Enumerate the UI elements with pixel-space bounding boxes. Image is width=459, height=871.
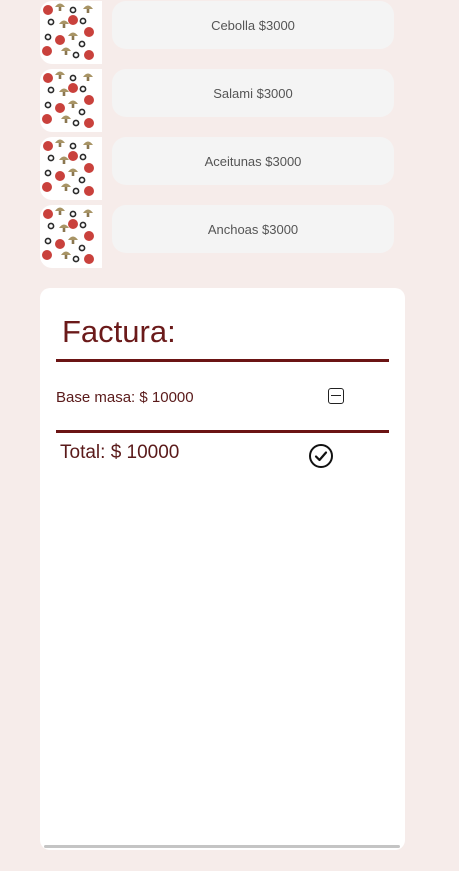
olive-ring [79,221,87,229]
ingredient-button-salami[interactable]: Salami $3000 [112,69,394,117]
remove-item-button[interactable] [328,388,344,404]
olive-ring [72,119,80,127]
salami-slice [84,27,94,37]
mushroom-slice [83,141,93,149]
salami-slice [42,250,52,260]
mushroom-slice [59,88,69,96]
salami-slice [55,35,65,45]
olive-ring [44,237,52,245]
app-page: Cebolla $3000 Salami $3000 Aceitunas $30… [0,0,459,871]
salami-slice [55,171,65,181]
olive-ring [47,154,55,162]
olive-ring [47,18,55,26]
salami-slice [84,50,94,60]
invoice-title: Factura: [62,314,176,349]
ingredient-row-salami: Salami $3000 [40,69,394,132]
ingredient-button-anchoas[interactable]: Anchoas $3000 [112,205,394,253]
mushroom-slice [59,224,69,232]
olive-ring [44,169,52,177]
salami-slice [84,254,94,264]
toppings-thumbnail [40,205,102,268]
olive-ring [47,86,55,94]
salami-slice [42,182,52,192]
ingredient-row-anchoas: Anchoas $3000 [40,205,394,268]
mushroom-slice [61,251,71,259]
olive-ring [44,33,52,41]
invoice-item-label: Base masa: $ 10000 [56,389,194,406]
olive-ring [79,17,87,25]
mushroom-slice [55,71,65,79]
mushroom-slice [83,209,93,217]
olive-ring [79,153,87,161]
olive-ring [78,108,86,116]
salami-slice [68,219,78,229]
confirm-order-button[interactable] [308,443,334,469]
mushroom-slice [68,168,78,176]
olive-ring [79,85,87,93]
olive-ring [72,187,80,195]
ingredient-row-aceitunas: Aceitunas $3000 [40,137,394,200]
salami-slice [43,73,53,83]
mushroom-slice [83,73,93,81]
salami-slice [84,231,94,241]
mushroom-slice [55,207,65,215]
toppings-thumbnail [40,69,102,132]
olive-ring [72,51,80,59]
salami-slice [84,118,94,128]
mushroom-slice [59,20,69,28]
salami-slice [84,95,94,105]
mushroom-slice [61,115,71,123]
mushroom-slice [61,47,71,55]
olive-ring [78,176,86,184]
salami-slice [68,83,78,93]
olive-ring [69,210,77,218]
invoice-divider-top [56,359,389,362]
olive-ring [44,101,52,109]
horizontal-scrollbar[interactable] [44,845,400,848]
invoice-panel: Factura: Base masa: $ 10000 Total: $ 100… [40,288,405,850]
salami-slice [84,186,94,196]
salami-slice [43,141,53,151]
toppings-thumbnail [40,137,102,200]
salami-slice [68,15,78,25]
salami-slice [55,103,65,113]
olive-ring [72,255,80,263]
olive-ring [78,40,86,48]
salami-slice [43,5,53,15]
mushroom-slice [59,156,69,164]
olive-ring [78,244,86,252]
salami-slice [42,46,52,56]
ingredient-button-aceitunas[interactable]: Aceitunas $3000 [112,137,394,185]
olive-ring [47,222,55,230]
mushroom-slice [61,183,71,191]
olive-ring [69,74,77,82]
salami-slice [68,151,78,161]
mushroom-slice [83,5,93,13]
mushroom-slice [68,236,78,244]
check-circle-icon [309,444,333,468]
salami-slice [42,114,52,124]
mushroom-slice [55,3,65,11]
salami-slice [55,239,65,249]
mushroom-slice [55,139,65,147]
invoice-divider-bottom [56,430,389,433]
toppings-thumbnail [40,1,102,64]
ingredient-row-cebolla: Cebolla $3000 [40,1,394,64]
olive-ring [69,6,77,14]
invoice-total: Total: $ 10000 [60,442,180,463]
mushroom-slice [68,32,78,40]
salami-slice [43,209,53,219]
mushroom-slice [68,100,78,108]
salami-slice [84,163,94,173]
ingredient-button-cebolla[interactable]: Cebolla $3000 [112,1,394,49]
olive-ring [69,142,77,150]
